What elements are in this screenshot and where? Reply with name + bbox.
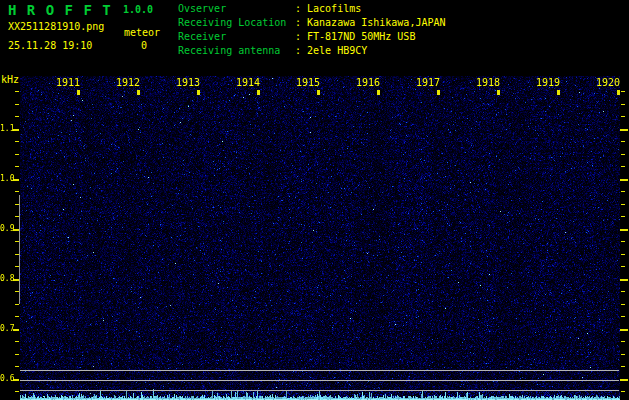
freq-tick-left [15, 104, 19, 105]
info-label: Ovserver [178, 3, 226, 14]
time-axis-label: 1916 [356, 77, 380, 89]
info-value: : 2ele HB9CY [295, 45, 367, 56]
output-filename: XX2511281910.png [8, 21, 104, 32]
freq-tick-major-right [620, 329, 628, 331]
info-label: Receiving Location [178, 17, 286, 28]
mode-label: meteor [124, 27, 160, 38]
freq-tick-right [621, 104, 625, 105]
time-tick [197, 90, 200, 95]
freq-tick-major-right [620, 379, 628, 381]
info-label: Receiving antenna [178, 45, 280, 56]
freq-axis-label: 1.0 [0, 174, 12, 184]
freq-tick-right [621, 304, 625, 305]
freq-tick-right [621, 166, 625, 167]
station-info-row: Receiver : FT-817ND 50MHz USB [178, 31, 478, 45]
time-axis-label: 1911 [56, 77, 80, 89]
freq-tick-right [621, 154, 625, 155]
freq-tick-left [15, 191, 19, 192]
freq-tick-right [621, 354, 625, 355]
time-tick [617, 90, 620, 95]
freq-tick-left [15, 154, 19, 155]
station-info-row: Ovserver : Lacofilms [178, 3, 478, 17]
freq-axis-label: 0.8 [0, 274, 12, 284]
freq-tick-left [15, 116, 19, 117]
freq-tick-right [621, 366, 625, 367]
freq-tick-right [621, 266, 625, 267]
time-tick [497, 90, 500, 95]
hrofft-window: H R O F F T 1.0.0 XX2511281910.png meteo… [0, 0, 629, 400]
freq-tick-left [15, 341, 19, 342]
time-tick [137, 90, 140, 95]
reference-line-bottom [20, 390, 619, 391]
time-axis-label: 1919 [536, 77, 560, 89]
freq-tick-right [621, 291, 625, 292]
reference-line-mid [20, 380, 619, 381]
freq-tick-right [621, 254, 625, 255]
freq-tick-major-right [620, 229, 628, 231]
spectrogram-noise [20, 76, 620, 400]
freq-tick-right [621, 204, 625, 205]
freq-tick-left [15, 141, 19, 142]
time-tick [437, 90, 440, 95]
time-axis-label: 1915 [296, 77, 320, 89]
info-value: : Lacofilms [295, 3, 361, 14]
time-axis-label: 1918 [476, 77, 500, 89]
time-axis-label: 1913 [176, 77, 200, 89]
freq-tick-left [15, 304, 19, 305]
time-axis-label: 1912 [116, 77, 140, 89]
freq-tick-right [621, 91, 625, 92]
time-tick [317, 90, 320, 95]
freq-tick-left [15, 316, 19, 317]
info-value: : FT-817ND 50MHz USB [295, 31, 415, 42]
freq-tick-major-right [620, 179, 628, 181]
freq-tick-major-right [620, 129, 628, 131]
calibration-line [19, 195, 20, 304]
time-axis-label: 1914 [236, 77, 260, 89]
freq-tick-right [621, 316, 625, 317]
meteor-count: 0 [141, 40, 147, 51]
freq-tick-left [15, 166, 19, 167]
freq-tick-left [15, 354, 19, 355]
freq-axis-label: 1.1 [0, 124, 12, 134]
time-tick [257, 90, 260, 95]
station-info-row: Receiving Location : Kanazawa Ishikawa,JA… [178, 17, 478, 31]
freq-tick-right [621, 391, 625, 392]
freq-axis-label: 0.6 [0, 374, 12, 384]
freq-axis-label: 0.7 [0, 324, 12, 334]
freq-tick-left [15, 366, 19, 367]
freq-tick-left [15, 391, 19, 392]
freq-tick-right [621, 191, 625, 192]
app-version: 1.0.0 [123, 4, 153, 15]
freq-axis-label: 0.9 [0, 224, 12, 234]
info-label: Receiver [178, 31, 226, 42]
freq-tick-major-right [620, 279, 628, 281]
time-tick [377, 90, 380, 95]
station-info-row: Receiving antenna : 2ele HB9CY [178, 45, 478, 59]
app-title: H R O F F T [8, 2, 112, 18]
freq-tick-right [621, 141, 625, 142]
freq-tick-right [621, 341, 625, 342]
station-info: Ovserver : Lacofilms Receiving Location : K… [178, 3, 478, 59]
reference-line-top [20, 370, 619, 371]
freq-tick-right [621, 216, 625, 217]
freq-tick-left [15, 91, 19, 92]
time-axis-label: 1920 [596, 77, 620, 89]
freq-axis-unit: kHz [1, 74, 19, 85]
time-tick [557, 90, 560, 95]
freq-tick-right [621, 241, 625, 242]
freq-tick-right [621, 116, 625, 117]
time-axis-label: 1917 [416, 77, 440, 89]
info-value: : Kanazawa Ishikawa,JAPAN [295, 17, 446, 28]
timestamp: 25.11.28 19:10 [8, 40, 92, 51]
time-tick [77, 90, 80, 95]
